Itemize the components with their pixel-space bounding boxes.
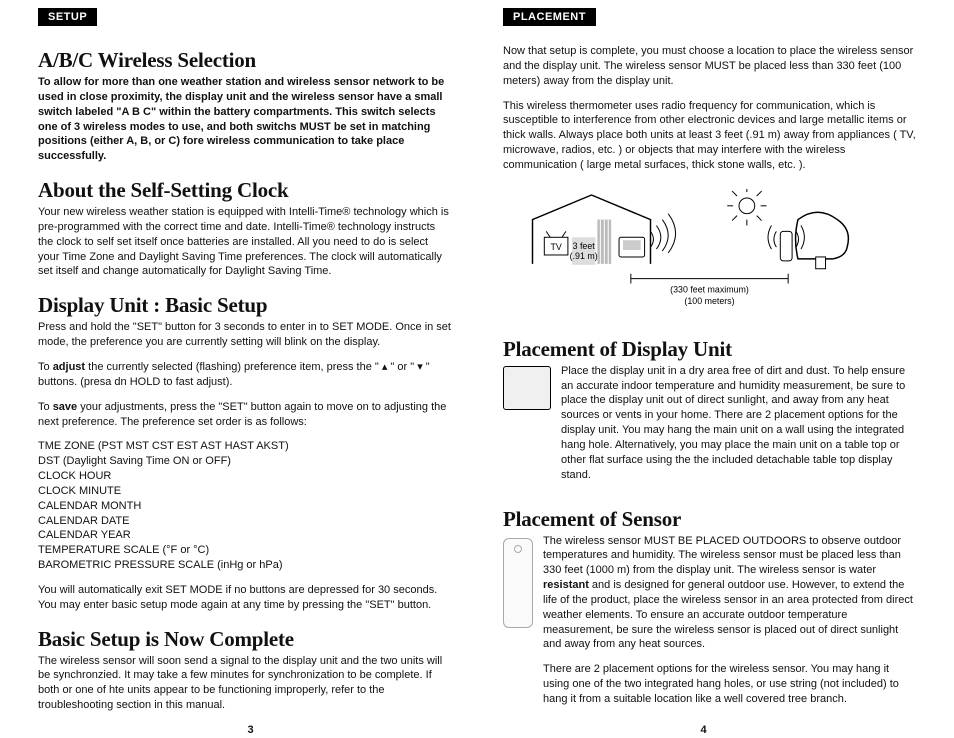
- svg-text:3 feet: 3 feet: [573, 241, 596, 251]
- page-number-left: 3: [247, 724, 253, 736]
- display-unit-block: Place the display unit in a dry area fre…: [503, 364, 916, 493]
- paragraph-placement-sensor-2: There are 2 placement options for the wi…: [543, 662, 916, 707]
- paragraph-placement-sensor-1: The wireless sensor MUST BE PLACED OUTDO…: [543, 534, 916, 653]
- paragraph-auto-exit: You will automatically exit SET MODE if …: [38, 583, 451, 613]
- setup-tab: SETUP: [38, 8, 97, 26]
- heading-setup-complete: Basic Setup is Now Complete: [38, 627, 451, 652]
- heading-basic-setup: Display Unit : Basic Setup: [38, 293, 451, 318]
- paragraph-setup-complete: The wireless sensor will soon send a sig…: [38, 654, 451, 713]
- sensor-block: The wireless sensor MUST BE PLACED OUTDO…: [503, 534, 916, 717]
- placement-tab: PLACEMENT: [503, 8, 596, 26]
- paragraph-wireless-selection: To allow for more than one weather stati…: [38, 75, 451, 164]
- page-left: SETUP A/B/C Wireless Selection To allow …: [24, 8, 477, 738]
- paragraph-self-setting-clock: Your new wireless weather station is equ…: [38, 205, 451, 279]
- heading-placement-sensor: Placement of Sensor: [503, 507, 916, 532]
- paragraph-adjust: To adjust the currently selected (flashi…: [38, 360, 451, 390]
- page-number-right: 4: [700, 724, 706, 736]
- paragraph-placement-intro: Now that setup is complete, you must cho…: [503, 44, 916, 89]
- heading-self-setting-clock: About the Self-Setting Clock: [38, 178, 451, 203]
- paragraph-save: To save your adjustments, press the "SET…: [38, 400, 451, 430]
- display-unit-icon: [503, 366, 551, 410]
- svg-text:(.91 m): (.91 m): [570, 251, 598, 261]
- paragraph-interference: This wireless thermometer uses radio fre…: [503, 99, 916, 173]
- tv-label: TV: [550, 242, 561, 252]
- paragraph-basic-setup-intro: Press and hold the "SET" button for 3 se…: [38, 320, 451, 350]
- sensor-icon: [503, 538, 533, 628]
- heading-wireless-selection: A/B/C Wireless Selection: [38, 48, 451, 73]
- placement-diagram: TV 3 feet (.91 m): [503, 189, 916, 319]
- paragraph-placement-display: Place the display unit in a dry area fre…: [561, 364, 916, 483]
- page-right: PLACEMENT Now that setup is complete, yo…: [477, 8, 930, 738]
- preference-order-list: TME ZONE (PST MST CST EST AST HAST AKST)…: [38, 439, 451, 573]
- svg-text:(330 feet maximum): (330 feet maximum): [670, 284, 749, 294]
- heading-placement-display: Placement of Display Unit: [503, 337, 916, 362]
- svg-text:(100 meters): (100 meters): [684, 296, 734, 306]
